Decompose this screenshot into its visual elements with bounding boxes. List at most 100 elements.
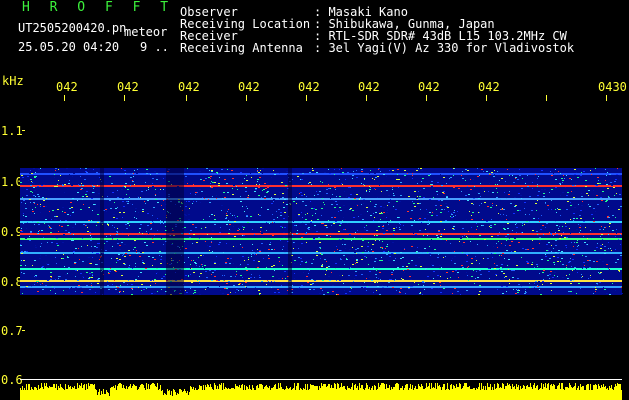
- noise-speck: [436, 209, 437, 210]
- noise-speck: [357, 205, 358, 206]
- amplitude-column: [365, 388, 366, 400]
- noise-speck: [368, 264, 369, 265]
- noise-speck: [400, 182, 402, 183]
- amplitude-column: [238, 387, 239, 400]
- noise-speck: [577, 177, 579, 178]
- noise-speck: [301, 261, 303, 262]
- amplitude-column: [232, 388, 233, 400]
- noise-speck: [606, 200, 608, 201]
- noise-speck: [573, 220, 574, 221]
- amplitude-column: [79, 385, 80, 400]
- amplitude-column: [512, 384, 513, 400]
- noise-speck: [516, 289, 517, 290]
- noise-speck: [521, 232, 522, 233]
- noise-speck: [195, 192, 197, 193]
- noise-speck: [32, 211, 34, 212]
- noise-speck: [404, 272, 405, 273]
- noise-speck: [193, 199, 195, 200]
- amplitude-column: [435, 383, 436, 400]
- noise-speck: [344, 290, 345, 291]
- noise-speck: [606, 293, 608, 294]
- noise-speck: [542, 225, 544, 226]
- noise-speck: [559, 183, 561, 184]
- noise-speck: [260, 231, 261, 232]
- noise-speck: [293, 201, 295, 202]
- noise-speck: [597, 177, 599, 178]
- noise-speck: [593, 190, 594, 191]
- noise-speck: [83, 196, 84, 197]
- noise-speck: [94, 246, 96, 247]
- amplitude-column: [262, 385, 263, 400]
- noise-speck: [70, 202, 72, 203]
- noise-speck: [398, 187, 399, 188]
- noise-speck: [554, 275, 555, 276]
- noise-speck: [516, 223, 517, 224]
- noise-speck: [356, 259, 358, 260]
- noise-speck: [479, 291, 481, 292]
- noise-speck: [98, 278, 100, 279]
- noise-speck: [193, 260, 194, 261]
- noise-speck: [308, 183, 309, 184]
- amplitude-column: [383, 383, 384, 400]
- noise-speck: [268, 281, 269, 282]
- noise-speck: [438, 230, 440, 231]
- noise-speck: [357, 248, 359, 249]
- noise-speck: [43, 200, 45, 201]
- noise-speck: [553, 262, 555, 263]
- noise-speck: [161, 278, 163, 279]
- amplitude-column: [440, 387, 441, 400]
- noise-speck: [499, 220, 501, 221]
- noise-speck: [346, 259, 348, 260]
- amplitude-column: [273, 387, 274, 400]
- noise-speck: [370, 170, 371, 171]
- noise-speck: [112, 239, 113, 240]
- time-tick: [606, 95, 607, 101]
- noise-speck: [386, 217, 387, 218]
- amplitude-column: [590, 384, 591, 400]
- noise-speck: [212, 272, 214, 273]
- noise-speck: [366, 190, 367, 191]
- noise-speck: [548, 250, 549, 251]
- amplitude-column: [548, 383, 549, 400]
- noise-speck: [148, 173, 150, 174]
- noise-speck: [43, 237, 44, 238]
- noise-speck: [318, 237, 320, 238]
- noise-speck: [30, 191, 32, 192]
- noise-speck: [440, 292, 442, 293]
- amplitude-column: [519, 390, 520, 400]
- noise-speck: [268, 249, 270, 250]
- noise-speck: [452, 271, 454, 272]
- noise-speck: [330, 236, 331, 237]
- noise-speck: [531, 264, 533, 265]
- amplitude-column: [521, 389, 522, 400]
- noise-speck: [243, 229, 244, 230]
- noise-speck: [392, 287, 394, 288]
- amplitude-column: [395, 384, 396, 400]
- noise-speck: [246, 216, 248, 217]
- amplitude-column: [54, 384, 55, 400]
- noise-speck: [446, 197, 448, 198]
- noise-speck: [188, 275, 189, 276]
- noise-speck: [366, 278, 367, 279]
- noise-speck: [378, 221, 379, 222]
- noise-speck: [112, 271, 113, 272]
- noise-speck: [21, 272, 22, 273]
- noise-speck: [579, 227, 581, 228]
- noise-speck: [356, 170, 357, 171]
- noise-speck: [109, 284, 110, 285]
- noise-speck: [348, 275, 350, 276]
- amplitude-column: [386, 384, 387, 400]
- noise-speck: [111, 258, 112, 259]
- noise-speck: [364, 179, 365, 180]
- noise-speck: [23, 213, 24, 214]
- noise-speck: [477, 226, 478, 227]
- noise-speck: [428, 175, 430, 176]
- noise-speck: [352, 247, 353, 248]
- amplitude-column: [585, 390, 586, 400]
- noise-speck: [255, 189, 257, 190]
- amplitude-column: [214, 383, 215, 400]
- amplitude-column: [127, 389, 128, 400]
- noise-speck: [501, 255, 502, 256]
- noise-speck: [595, 198, 596, 199]
- noise-speck: [545, 254, 546, 255]
